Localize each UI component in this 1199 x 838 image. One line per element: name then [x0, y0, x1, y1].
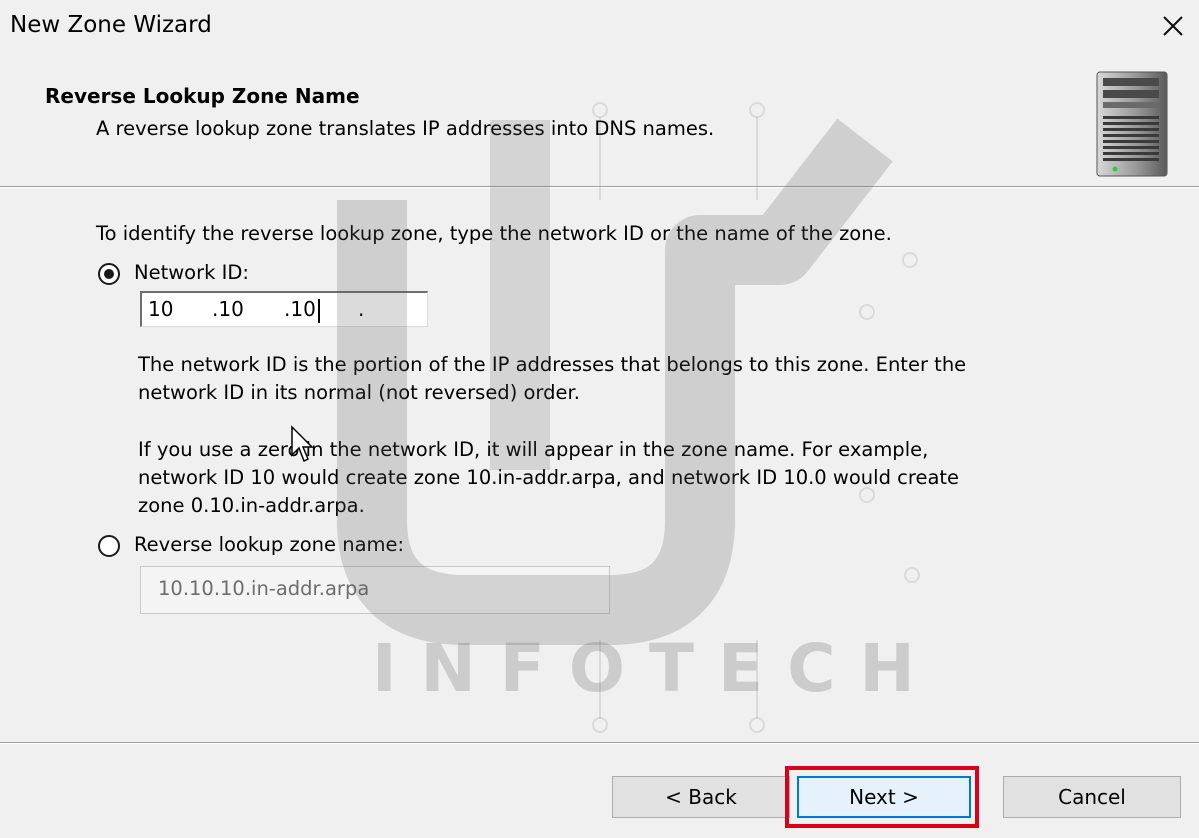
cancel-button[interactable]: Cancel — [1003, 776, 1181, 818]
text-caret — [317, 299, 320, 323]
wizard-content: To identify the reverse lookup zone, typ… — [0, 188, 1199, 743]
footer-divider-highlight — [0, 743, 1199, 744]
instruction-text: To identify the reverse lookup zone, typ… — [96, 222, 892, 245]
wizard-window: New Zone Wizard Reverse Lookup Zone Name… — [0, 0, 1199, 838]
octet-3[interactable]: .10 — [284, 297, 316, 321]
octet-4[interactable]: . — [358, 297, 364, 321]
close-icon — [1163, 16, 1183, 36]
zone-name-value: 10.10.10.in-addr.arpa — [158, 577, 370, 600]
title-bar: New Zone Wizard — [0, 0, 1199, 60]
close-button[interactable] — [1153, 6, 1193, 46]
zero-help-line: network ID 10 would create zone 10.in-ad… — [138, 466, 960, 489]
server-icon — [1096, 71, 1168, 177]
network-id-input[interactable]: 10 .10 .10 . — [140, 291, 428, 327]
network-id-radio[interactable] — [98, 263, 120, 285]
back-button[interactable]: < Back — [612, 776, 790, 818]
radio-selected-dot — [104, 269, 114, 279]
zone-name-label: Reverse lookup zone name: — [134, 533, 405, 556]
zone-name-input[interactable]: 10.10.10.in-addr.arpa — [140, 566, 610, 614]
next-button[interactable]: Next > — [797, 776, 971, 818]
network-id-help-line: The network ID is the portion of the IP … — [138, 353, 967, 376]
mouse-cursor-icon — [291, 425, 314, 463]
window-title: New Zone Wizard — [10, 12, 212, 38]
octet-1[interactable]: 10 — [148, 297, 173, 321]
page-title: Reverse Lookup Zone Name — [45, 84, 360, 108]
zero-help-line: If you use a zero in the network ID, it … — [138, 438, 929, 461]
wizard-header: Reverse Lookup Zone Name A reverse looku… — [0, 60, 1199, 185]
zero-help-line: zone 0.10.in-addr.arpa. — [138, 494, 365, 517]
network-id-label: Network ID: — [134, 261, 249, 284]
page-subtitle: A reverse lookup zone translates IP addr… — [96, 117, 715, 140]
zone-name-radio[interactable] — [98, 535, 120, 557]
octet-2[interactable]: .10 — [212, 297, 244, 321]
network-id-help-line: network ID in its normal (not reversed) … — [138, 381, 580, 404]
